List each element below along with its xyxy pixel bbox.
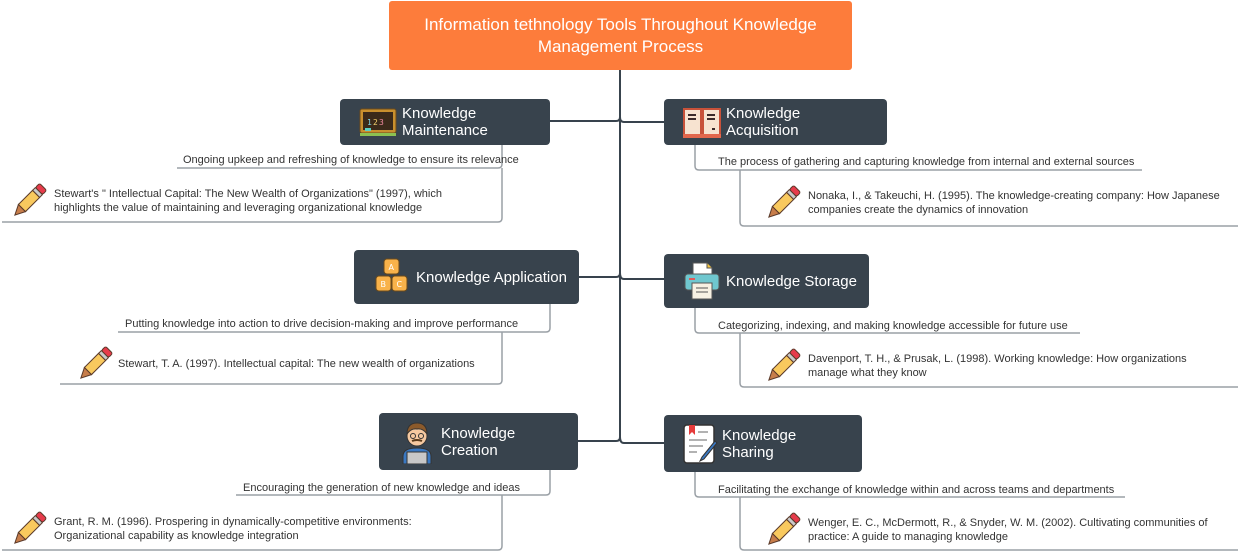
reference-text: Stewart, T. A. (1997). Intellectual capi…	[118, 358, 475, 370]
topic-knowledge-creation[interactable]: Knowledge Creation	[379, 413, 578, 470]
topic-knowledge-storage[interactable]: Knowledge Storage	[664, 254, 869, 308]
topic-label: Knowledge Maintenance	[402, 105, 488, 139]
reference-text: Grant, R. M. (1996). Prospering in dynam…	[54, 516, 412, 542]
svg-text:2: 2	[373, 118, 378, 127]
document-pen-icon	[682, 423, 718, 464]
connector-creation	[578, 436, 621, 442]
reference-text: Wenger, E. C., McDermott, R., & Snyder, …	[808, 517, 1208, 543]
topic-description: Putting knowledge into action to drive d…	[125, 318, 519, 330]
root-topic[interactable]: Information tethnology Tools Throughout …	[389, 1, 852, 70]
topic-description: Ongoing upkeep and refreshing of knowled…	[183, 154, 519, 166]
topic-knowledge-sharing[interactable]: Knowledge Sharing	[664, 415, 862, 472]
topic-description: Categorizing, indexing, and making knowl…	[718, 320, 1068, 332]
reference-note: Wenger, E. C., McDermott, R., & Snyder, …	[762, 509, 1238, 551]
reference-note: Davenport, T. H., & Prusak, L. (1998). W…	[762, 345, 1208, 387]
connector-sharing	[619, 436, 664, 444]
person-laptop-icon	[397, 421, 437, 464]
topic-description: The process of gathering and capturing k…	[718, 156, 1135, 168]
connector-application	[579, 272, 621, 278]
pencil-icon	[762, 509, 804, 551]
topic-knowledge-acquisition[interactable]: Knowledge Acquisition	[664, 99, 887, 145]
reference-note: Nonaka, I., & Takeuchi, H. (1995). The k…	[762, 182, 1238, 224]
reference-note: Grant, R. M. (1996). Prospering in dynam…	[8, 508, 454, 550]
pencil-icon	[8, 180, 50, 222]
chalkboard-icon: 123	[358, 104, 398, 140]
open-book-icon	[682, 104, 722, 140]
topic-label: Knowledge Application	[416, 268, 567, 286]
pencil-icon	[8, 508, 50, 550]
topic-label: Knowledge Acquisition	[726, 105, 801, 139]
abc-blocks-icon: AB C	[372, 258, 412, 295]
reference-text: Davenport, T. H., & Prusak, L. (1998). W…	[808, 353, 1187, 379]
reference-note: Stewart, T. A. (1997). Intellectual capi…	[74, 343, 475, 385]
reference-note: Stewart's " Intellectual Capital: The Ne…	[8, 180, 474, 222]
svg-text:C: C	[397, 280, 403, 289]
svg-text:1: 1	[367, 118, 372, 127]
topic-description: Facilitating the exchange of knowledge w…	[718, 484, 1115, 496]
reference-text: Nonaka, I., & Takeuchi, H. (1995). The k…	[808, 190, 1220, 216]
pencil-icon	[74, 343, 116, 385]
pencil-icon	[762, 182, 804, 224]
svg-text:3: 3	[379, 118, 384, 127]
topic-knowledge-application[interactable]: AB C Knowledge Application	[354, 250, 579, 304]
connector-lines	[2, 70, 1238, 551]
topic-label: Knowledge Sharing	[722, 426, 797, 461]
topic-label: Knowledge Creation	[441, 424, 516, 459]
pencil-icon	[762, 345, 804, 387]
topic-label: Knowledge Storage	[726, 272, 857, 290]
root-title: Information tethnology Tools Throughout …	[424, 14, 817, 56]
printer-icon	[682, 262, 722, 300]
connector-storage	[619, 272, 664, 280]
topic-knowledge-maintenance[interactable]: 123 Knowledge Maintenance	[340, 99, 550, 145]
svg-text:A: A	[389, 263, 395, 272]
connector-maintenance	[550, 116, 621, 122]
reference-text: Stewart's " Intellectual Capital: The Ne…	[54, 188, 442, 214]
topic-description: Encouraging the generation of new knowle…	[243, 482, 521, 494]
connector-acquisition	[619, 116, 664, 123]
svg-text:B: B	[381, 280, 387, 289]
